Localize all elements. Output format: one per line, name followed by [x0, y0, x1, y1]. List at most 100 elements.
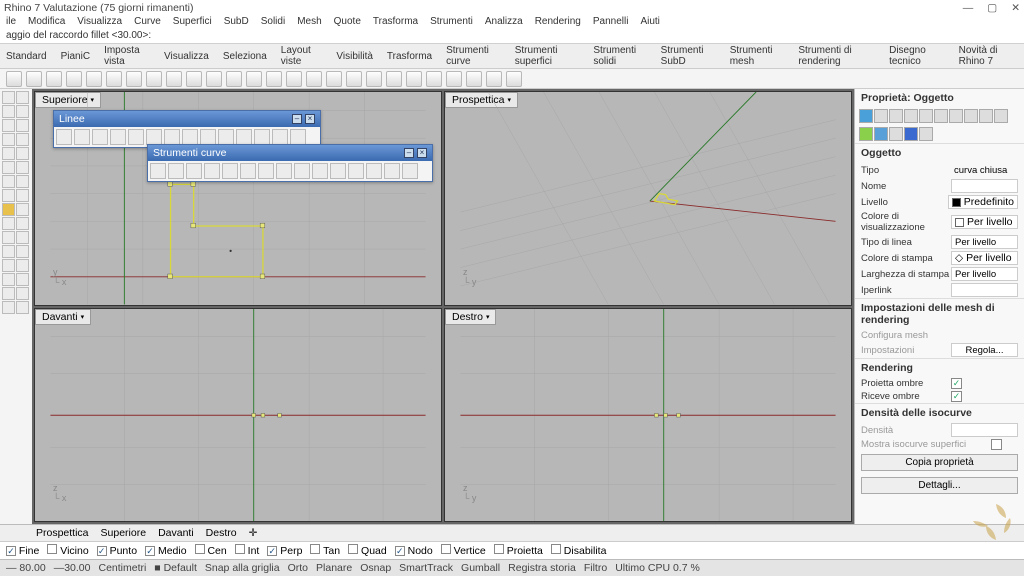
menu-mesh[interactable]: Mesh	[297, 16, 321, 27]
tool-icon[interactable]	[2, 203, 15, 216]
tab-layout[interactable]: Layout viste	[281, 45, 323, 67]
menu-superfici[interactable]: Superfici	[173, 16, 212, 27]
osnap-disabilita[interactable]: Disabilita	[551, 544, 607, 557]
prop-tab-icon[interactable]	[994, 109, 1008, 123]
status-item[interactable]: Filtro	[584, 562, 607, 574]
tool-icon[interactable]	[290, 129, 306, 145]
osnap-medio[interactable]: ✓ Medio	[145, 545, 187, 557]
tool-icon[interactable]	[258, 163, 274, 179]
prop-dropdown[interactable]: Per livello	[951, 215, 1018, 229]
menu-curve[interactable]: Curve	[134, 16, 161, 27]
close-button[interactable]: ✕	[1011, 2, 1020, 14]
tool-icon[interactable]	[16, 217, 29, 230]
tool-icon[interactable]	[402, 163, 418, 179]
tool-icon[interactable]	[254, 129, 270, 145]
tool-icon[interactable]	[2, 287, 15, 300]
tool-icon[interactable]	[164, 129, 180, 145]
prop-tab-icon[interactable]	[874, 109, 888, 123]
tool-icon[interactable]	[272, 129, 288, 145]
toolbar-icon[interactable]	[446, 71, 462, 87]
tab-visibilita[interactable]: Visibilità	[336, 51, 373, 62]
toolbar-icon[interactable]	[286, 71, 302, 87]
menu-analizza[interactable]: Analizza	[485, 16, 523, 27]
status-item[interactable]: — 80.00	[6, 562, 46, 574]
viewport-prospettica[interactable]: Prospettica▾ z└ y	[444, 91, 852, 306]
tool-icon[interactable]	[2, 189, 15, 202]
viewport-davanti[interactable]: Davanti▾ z└ x	[34, 308, 442, 523]
tool-icon[interactable]	[16, 133, 29, 146]
toolbar-icon[interactable]	[506, 71, 522, 87]
tool-icon[interactable]	[2, 175, 15, 188]
tool-icon[interactable]	[110, 129, 126, 145]
prop-input[interactable]	[951, 179, 1018, 193]
prop-tab-icon[interactable]	[934, 109, 948, 123]
status-item[interactable]: Ultimo CPU 0.7 %	[615, 562, 700, 574]
status-item[interactable]: Osnap	[360, 562, 391, 574]
tab-novita[interactable]: Novità di Rhino 7	[959, 45, 1018, 67]
viewport-superiore[interactable]: Superiore▾ y└ x Linee–× Strumenti curve–…	[34, 91, 442, 306]
tool-icon[interactable]	[200, 129, 216, 145]
tool-icon[interactable]	[56, 129, 72, 145]
tab-strum-mesh[interactable]: Strumenti mesh	[730, 45, 785, 67]
tab-impostavista[interactable]: Imposta vista	[104, 45, 150, 67]
floating-toolbar-strumenti-curve[interactable]: Strumenti curve–×	[147, 144, 433, 182]
menu-rendering[interactable]: Rendering	[535, 16, 581, 27]
tool-icon[interactable]	[16, 189, 29, 202]
tool-icon[interactable]	[16, 287, 29, 300]
tool-icon[interactable]	[222, 163, 238, 179]
status-item[interactable]: —30.00	[54, 562, 91, 574]
tool-icon[interactable]	[366, 163, 382, 179]
command-line[interactable]: aggio del raccordo fillet <30.00>:	[0, 28, 1024, 44]
toolbar-icon[interactable]	[66, 71, 82, 87]
tool-icon[interactable]	[150, 163, 166, 179]
toolbar-icon[interactable]	[226, 71, 242, 87]
prop-tab-icon[interactable]	[874, 127, 888, 141]
menu-file[interactable]: ile	[6, 16, 16, 27]
maximize-button[interactable]: ▢	[987, 2, 997, 14]
tool-icon[interactable]	[2, 259, 15, 272]
tab-seleziona[interactable]: Seleziona	[223, 51, 267, 62]
toolbar-icon[interactable]	[246, 71, 262, 87]
prop-tab-icon[interactable]	[919, 127, 933, 141]
tool-icon[interactable]	[294, 163, 310, 179]
tool-icon[interactable]	[2, 105, 15, 118]
prop-tab-icon[interactable]	[859, 109, 873, 123]
osnap-punto[interactable]: ✓ Punto	[97, 545, 137, 557]
toolbar-icon[interactable]	[146, 71, 162, 87]
prop-tab-icon[interactable]	[949, 109, 963, 123]
tool-icon[interactable]	[204, 163, 220, 179]
tool-icon[interactable]	[384, 163, 400, 179]
osnap-vertice[interactable]: Vertice	[441, 544, 486, 557]
btab-superiore[interactable]: Superiore	[101, 527, 147, 539]
tool-icon[interactable]	[128, 129, 144, 145]
toolbar-icon[interactable]	[426, 71, 442, 87]
tab-strum-sol[interactable]: Strumenti solidi	[593, 45, 646, 67]
osnap-tan[interactable]: Tan	[310, 544, 340, 557]
osnap-nodo[interactable]: ✓ Nodo	[395, 545, 433, 557]
prop-tab-icon[interactable]	[904, 127, 918, 141]
btab-destro[interactable]: Destro	[206, 527, 237, 539]
tool-icon[interactable]	[2, 217, 15, 230]
prop-tab-icon[interactable]	[889, 109, 903, 123]
prop-tab-icon[interactable]	[964, 109, 978, 123]
checkbox[interactable]: ✓	[951, 391, 962, 402]
floating-toolbar-linee[interactable]: Linee–×	[53, 110, 321, 148]
prop-dropdown[interactable]: Predefinito	[948, 195, 1018, 209]
osnap-int[interactable]: Int	[235, 544, 260, 557]
minimize-icon[interactable]: –	[404, 148, 414, 158]
prop-dropdown[interactable]: Per livello	[951, 267, 1018, 281]
osnap-quad[interactable]: Quad	[348, 544, 387, 557]
toolbar-icon[interactable]	[166, 71, 182, 87]
osnap-proietta[interactable]: Proietta	[494, 544, 543, 557]
tab-disegno[interactable]: Disegno tecnico	[889, 45, 945, 67]
tab-visualizza[interactable]: Visualizza	[164, 51, 209, 62]
checkbox[interactable]: ✓	[951, 378, 962, 389]
tool-icon[interactable]	[16, 119, 29, 132]
menu-modifica[interactable]: Modifica	[28, 16, 65, 27]
tool-icon[interactable]	[146, 129, 162, 145]
tool-icon[interactable]	[2, 147, 15, 160]
tool-icon[interactable]	[16, 91, 29, 104]
tab-pianic[interactable]: PianiC	[61, 51, 90, 62]
menu-subd[interactable]: SubD	[224, 16, 249, 27]
toolbar-icon[interactable]	[326, 71, 342, 87]
